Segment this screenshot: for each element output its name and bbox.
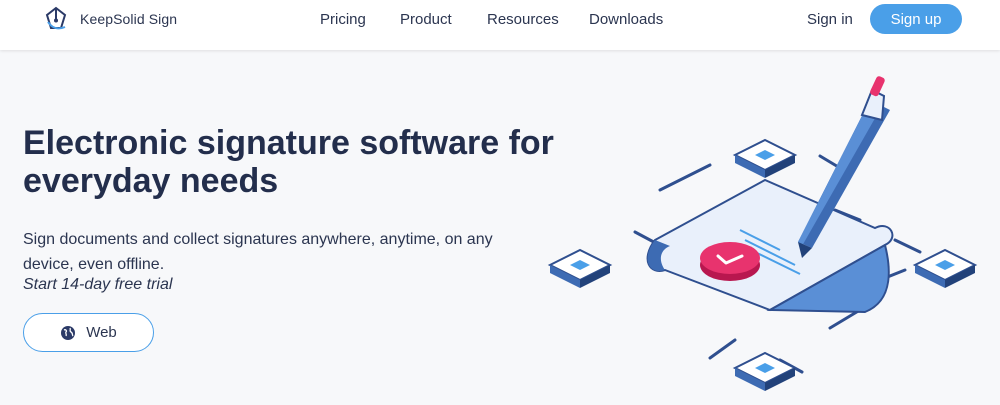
nav-pricing[interactable]: Pricing — [320, 11, 366, 28]
nav-downloads[interactable]: Downloads — [589, 11, 663, 28]
pen-nib-logo-icon — [45, 6, 67, 30]
signed-document — [646, 178, 894, 314]
hero-subtitle: Sign documents and collect signatures an… — [23, 231, 493, 273]
sign-in-link[interactable]: Sign in — [807, 11, 853, 28]
sign-up-button[interactable]: Sign up — [870, 4, 962, 34]
nav-resources[interactable]: Resources — [487, 11, 559, 28]
network-node-right — [912, 248, 978, 288]
nav-product[interactable]: Product — [400, 11, 452, 28]
brand-name: KeepSolid Sign — [80, 11, 178, 27]
network-node-bottom — [732, 351, 798, 391]
free-trial-text: Start 14-day free trial — [23, 276, 173, 293]
web-button[interactable]: Web — [23, 313, 154, 352]
signature-badge — [700, 242, 760, 281]
signature-network-illustration — [547, 76, 978, 391]
web-button-label: Web — [86, 324, 117, 341]
network-node-top — [732, 138, 798, 178]
site-header: KeepSolid Sign Pricing Product Resources… — [0, 0, 1000, 50]
globe-icon — [60, 325, 76, 341]
network-node-left — [547, 248, 613, 288]
brand-logo[interactable]: KeepSolid Sign — [44, 6, 177, 32]
hero-title: Electronic signature software for everyd… — [23, 124, 554, 200]
